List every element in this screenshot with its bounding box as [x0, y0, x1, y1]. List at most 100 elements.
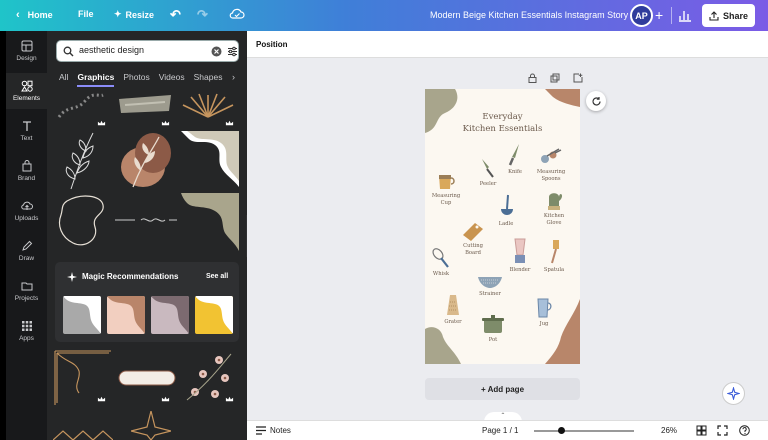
- draw-icon: [21, 240, 32, 251]
- tab-videos[interactable]: Videos: [159, 72, 185, 82]
- rail-item-elements[interactable]: Elements: [6, 73, 47, 109]
- add-collaborator-button[interactable]: +: [655, 7, 663, 23]
- graphic-thumbnail[interactable]: [117, 93, 173, 117]
- home-button[interactable]: ‹ Home: [16, 9, 53, 21]
- cloud-save-icon[interactable]: [229, 7, 245, 24]
- strainer-icon: [478, 277, 502, 288]
- graphic-thumbnail[interactable]: [53, 423, 113, 440]
- tabs-scroll-right-icon[interactable]: ›: [232, 72, 235, 82]
- zoom-slider[interactable]: [534, 427, 634, 434]
- rail-item-label: Apps: [19, 335, 34, 342]
- tab-all[interactable]: All: [59, 72, 68, 82]
- premium-crown-icon: [97, 396, 106, 402]
- magic-recommendation-thumbnail[interactable]: [151, 296, 189, 334]
- tab-photos[interactable]: Photos: [123, 72, 149, 82]
- item-label: Blender: [509, 267, 531, 273]
- fullscreen-icon[interactable]: [717, 425, 728, 436]
- sparkle-icon: [727, 387, 740, 400]
- text-icon: [22, 121, 31, 131]
- graphic-thumbnail[interactable]: [131, 411, 171, 440]
- clear-search-icon[interactable]: [211, 46, 222, 57]
- rail-item-design[interactable]: Design: [6, 33, 47, 69]
- file-menu-button[interactable]: File: [78, 9, 94, 19]
- item-label: Measuring Spoons: [536, 169, 566, 182]
- search-input[interactable]: [79, 45, 199, 55]
- rail-item-apps[interactable]: Apps: [6, 313, 47, 349]
- graphic-thumbnail[interactable]: [181, 131, 239, 187]
- premium-crown-icon: [225, 396, 234, 402]
- redo-button[interactable]: ↷: [197, 7, 208, 23]
- item-label: Spatula: [543, 267, 565, 273]
- tab-graphics[interactable]: Graphics: [77, 72, 114, 87]
- zoom-slider-handle[interactable]: [557, 427, 565, 434]
- search-box[interactable]: [56, 40, 239, 62]
- item-label: Ladle: [498, 221, 514, 227]
- elements-panel: All Graphics Photos Videos Shapes › Magi…: [47, 31, 247, 440]
- share-label: Share: [722, 10, 748, 21]
- avatar[interactable]: AP: [630, 4, 653, 27]
- position-button[interactable]: Position: [256, 40, 288, 49]
- magic-assistant-button[interactable]: [722, 382, 745, 405]
- kitchen-item[interactable]: Cutting Board: [457, 221, 489, 256]
- kitchen-item[interactable]: Spatula: [539, 239, 569, 274]
- see-all-link[interactable]: See all: [206, 273, 228, 280]
- filter-icon[interactable]: [227, 46, 238, 57]
- graphic-thumbnail[interactable]: [55, 193, 111, 251]
- magic-recommendation-thumbnail[interactable]: [63, 296, 101, 334]
- rail-item-text[interactable]: Text: [6, 113, 47, 149]
- duplicate-page-icon[interactable]: [550, 73, 560, 83]
- kitchen-item[interactable]: Measuring Cup: [429, 173, 463, 206]
- graphic-thumbnail[interactable]: [117, 368, 177, 388]
- bottom-bar: Notes Page 1 / 1 26%: [247, 420, 768, 440]
- kitchen-item[interactable]: Ladle: [491, 193, 521, 228]
- rail-item-projects[interactable]: Projects: [6, 273, 47, 309]
- graphic-thumbnail[interactable]: [179, 91, 237, 119]
- kitchen-item[interactable]: Jug: [529, 297, 559, 328]
- kitchen-item[interactable]: Grater: [439, 293, 467, 326]
- zoom-level[interactable]: 26%: [661, 426, 677, 435]
- rail-item-draw[interactable]: Draw: [6, 233, 47, 269]
- design-icon: [21, 40, 32, 52]
- share-button[interactable]: Share: [702, 4, 755, 27]
- kitchen-item[interactable]: Knife: [501, 143, 529, 176]
- analytics-button[interactable]: [677, 7, 693, 26]
- side-rail: Design Elements Text Brand Uploads Draw …: [6, 31, 47, 440]
- grid-view-icon[interactable]: [696, 425, 707, 436]
- kitchen-item[interactable]: Kitchen Glove: [537, 189, 571, 226]
- kitchen-item[interactable]: Whisk: [427, 247, 455, 278]
- graphic-thumbnail[interactable]: [55, 93, 105, 121]
- kitchen-item[interactable]: Blender: [505, 237, 535, 274]
- graphic-thumbnail[interactable]: [113, 213, 179, 227]
- page-indicator[interactable]: Page 1 / 1: [482, 426, 518, 435]
- item-label: Peeler: [479, 181, 497, 187]
- undo-icon: ↶: [170, 7, 181, 22]
- kitchen-item[interactable]: Strainer: [473, 275, 507, 298]
- plus-icon: +: [655, 7, 664, 23]
- design-page[interactable]: Everyday Kitchen Essentials Peeler Knife…: [425, 89, 580, 364]
- document-title[interactable]: Modern Beige Kitchen Essentials Instagra…: [430, 10, 628, 20]
- undo-button[interactable]: ↶: [170, 7, 181, 23]
- graphic-thumbnail[interactable]: [61, 131, 103, 191]
- help-icon[interactable]: [739, 425, 750, 436]
- resize-button[interactable]: ✦ Resize: [114, 9, 154, 20]
- notes-button[interactable]: Notes: [256, 426, 291, 435]
- add-page-icon[interactable]: [573, 73, 583, 83]
- kitchen-item[interactable]: Peeler: [473, 157, 503, 188]
- lock-icon[interactable]: [528, 73, 537, 83]
- page-heading-line2: Kitchen Essentials: [462, 124, 543, 134]
- magic-recommendation-thumbnail[interactable]: [195, 296, 233, 334]
- tab-shapes[interactable]: Shapes: [194, 72, 223, 82]
- search-tabs: All Graphics Photos Videos Shapes: [59, 72, 223, 87]
- magic-recommendation-thumbnail[interactable]: [107, 296, 145, 334]
- rail-item-brand[interactable]: Brand: [6, 153, 47, 189]
- regenerate-button[interactable]: [586, 91, 606, 111]
- graphic-thumbnail[interactable]: [181, 193, 239, 251]
- item-label: Measuring Cup: [431, 193, 461, 206]
- kitchen-item[interactable]: Pot: [479, 313, 507, 344]
- graphic-thumbnail[interactable]: [119, 131, 175, 189]
- kitchen-item[interactable]: Measuring Spoons: [533, 147, 569, 182]
- pot-icon: [482, 315, 504, 333]
- rail-item-uploads[interactable]: Uploads: [6, 193, 47, 229]
- add-page-button[interactable]: + Add page: [425, 378, 580, 400]
- rail-item-label: Text: [20, 135, 33, 142]
